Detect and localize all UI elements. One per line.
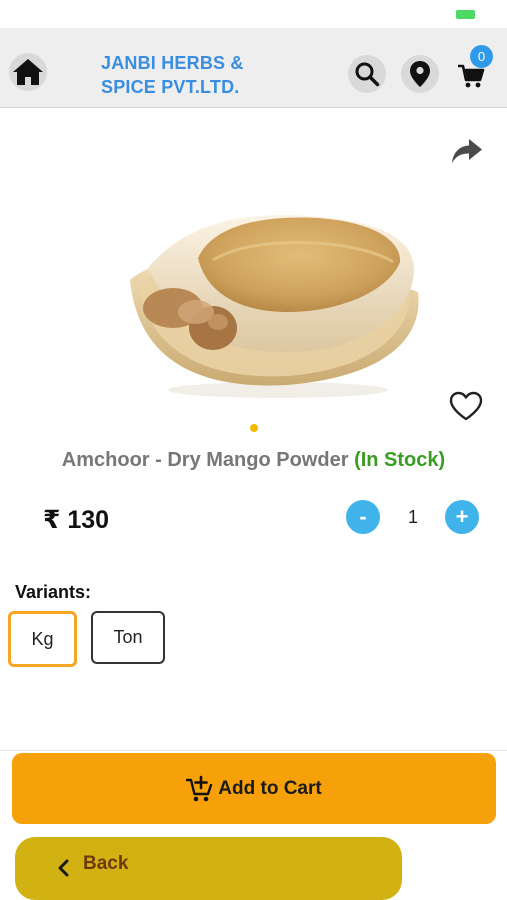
chevron-left-icon (55, 858, 71, 878)
divider (0, 750, 507, 751)
product-title: Amchoor - Dry Mango Powder (In Stock) (0, 448, 507, 472)
home-icon (13, 59, 43, 85)
home-button[interactable] (9, 53, 47, 91)
heart-outline-icon (449, 391, 483, 421)
image-carousel-dot-active[interactable] (250, 424, 258, 432)
quantity-decrease-button[interactable]: - (346, 500, 380, 534)
add-to-cart-label: Add to Cart (218, 777, 322, 799)
product-image (118, 200, 428, 400)
back-button[interactable]: Back (15, 837, 402, 900)
quantity-increase-button[interactable]: + (445, 500, 479, 534)
share-button[interactable] (449, 136, 485, 166)
app-header: JANBI HERBS & SPICE PVT.LTD. 0 (0, 28, 507, 108)
search-icon (355, 62, 380, 87)
status-bar (0, 0, 507, 28)
cart-plus-icon (186, 775, 213, 801)
brand-title-line-2: SPICE PVT.LTD. (101, 77, 240, 97)
product-price: ₹ 130 (43, 506, 110, 534)
cart-count-badge: 0 (470, 45, 493, 68)
back-label: Back (83, 853, 129, 874)
variant-option-kg[interactable]: Kg (8, 611, 77, 667)
add-to-cart-button[interactable]: Add to Cart (12, 753, 496, 824)
share-icon (452, 139, 482, 163)
product-name: Amchoor - Dry Mango Powder (61, 449, 349, 471)
variants-label: Variants: (15, 582, 92, 602)
battery-icon (456, 10, 475, 19)
location-button[interactable] (401, 55, 439, 93)
location-pin-icon (410, 61, 430, 87)
variant-option-ton[interactable]: Ton (91, 611, 165, 664)
search-button[interactable] (348, 55, 386, 93)
stock-status: (In Stock) (354, 449, 446, 471)
wishlist-button[interactable] (447, 388, 485, 424)
brand-title: JANBI HERBS & SPICE PVT.LTD. (101, 51, 311, 99)
product-photo-mango-powder (130, 215, 419, 398)
brand-title-line-1: JANBI HERBS & (101, 53, 244, 73)
quantity-value: 1 (407, 507, 418, 527)
